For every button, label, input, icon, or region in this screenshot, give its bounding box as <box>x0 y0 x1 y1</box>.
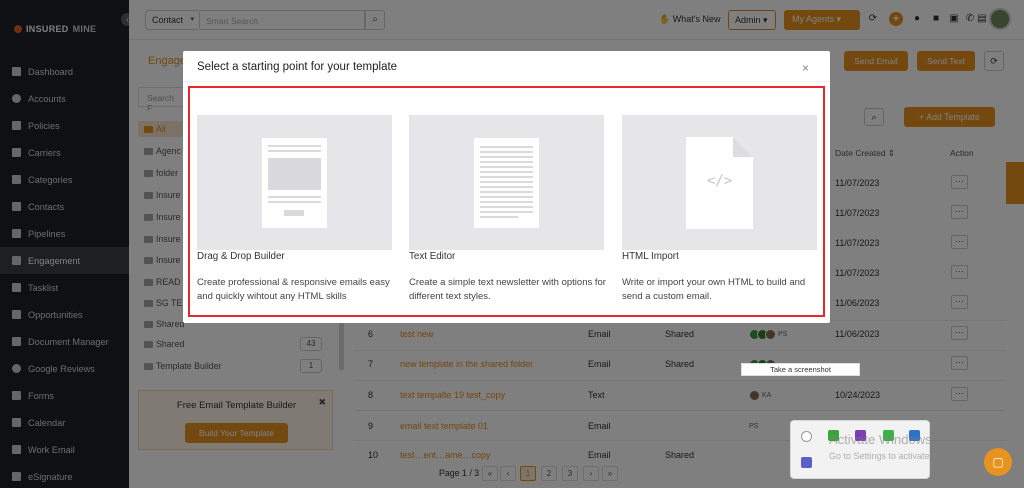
card-title: HTML Import <box>622 251 679 262</box>
activate-windows-title: Activate Windows <box>829 432 932 447</box>
card-title: Drag & Drop Builder <box>197 251 285 262</box>
code-glyph: </> <box>706 173 733 189</box>
close-icon[interactable]: × <box>802 61 809 75</box>
layout-document-icon <box>262 138 327 228</box>
text-editor-card[interactable]: Text Editor Create a simple text newslet… <box>409 115 606 305</box>
text-editor-thumbnail <box>409 115 604 250</box>
chat-icon[interactable]: ▢ <box>984 448 1012 476</box>
activate-windows-subtitle: Go to Settings to activate Windows. <box>829 451 972 461</box>
card-description: Create a simple text newsletter with opt… <box>409 277 606 302</box>
modal-divider <box>183 81 830 82</box>
card-description: Create professional & responsive emails … <box>197 277 390 302</box>
text-document-icon <box>474 138 539 228</box>
html-import-card[interactable]: </> HTML Import Write or import your own… <box>622 115 817 305</box>
drag-drop-builder-card[interactable]: Drag & Drop Builder Create professional … <box>197 115 392 305</box>
card-description: Write or import your own HTML to build a… <box>622 277 806 302</box>
teams-icon[interactable] <box>801 457 812 468</box>
html-import-thumbnail: </> <box>622 115 817 250</box>
cloud-icon[interactable] <box>801 431 812 442</box>
system-tray-popup <box>790 420 930 479</box>
screenshot-tooltip: Take a screenshot <box>741 363 860 376</box>
card-title: Text Editor <box>409 251 456 262</box>
modal-title: Select a starting point for your templat… <box>197 61 398 73</box>
template-start-modal: Select a starting point for your templat… <box>183 51 830 323</box>
drag-drop-thumbnail <box>197 115 392 250</box>
